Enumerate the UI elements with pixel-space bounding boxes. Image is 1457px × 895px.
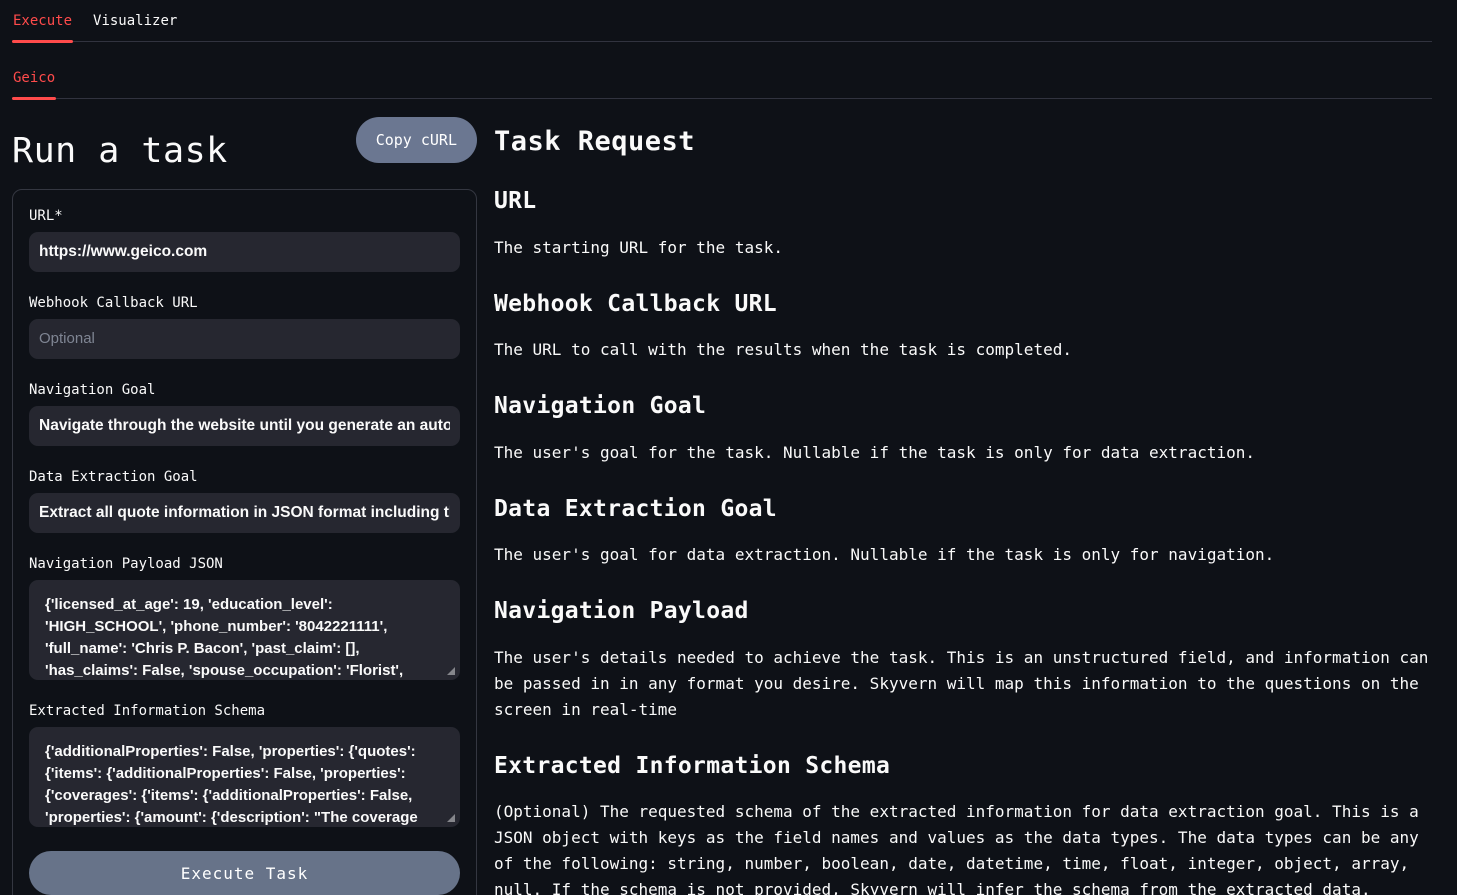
extracted-schema-field-group: Extracted Information Schema {'additiona… xyxy=(29,703,460,827)
extracted-schema-textarea-wrap: {'additionalProperties': False, 'propert… xyxy=(29,727,460,827)
navigation-payload-field-group: Navigation Payload JSON {'licensed_at_ag… xyxy=(29,556,460,680)
tab-geico-label: Geico xyxy=(13,70,55,86)
docs-body-extracted-schema: (Optional) The requested schema of the e… xyxy=(494,799,1432,895)
task-form-card: URL* Webhook Callback URL Navigation Goa… xyxy=(12,189,477,895)
webhook-field-group: Webhook Callback URL xyxy=(29,295,460,359)
docs-heading-url: URL xyxy=(494,188,1432,214)
extracted-schema-label: Extracted Information Schema xyxy=(29,703,460,719)
data-extraction-goal-field-group: Data Extraction Goal xyxy=(29,469,460,533)
docs-heading-navigation-goal: Navigation Goal xyxy=(494,393,1432,419)
webhook-input[interactable] xyxy=(29,319,460,359)
docs-body-url: The starting URL for the task. xyxy=(494,235,1432,261)
webhook-label: Webhook Callback URL xyxy=(29,295,460,311)
data-extraction-goal-label: Data Extraction Goal xyxy=(29,469,460,485)
extracted-schema-textarea[interactable]: {'additionalProperties': False, 'propert… xyxy=(29,727,460,827)
tab-visualizer-label: Visualizer xyxy=(93,13,177,29)
task-request-docs: Task Request URL The starting URL for th… xyxy=(494,117,1432,895)
docs-heading-webhook: Webhook Callback URL xyxy=(494,291,1432,317)
docs-section-data-extraction-goal: Data Extraction Goal The user's goal for… xyxy=(494,496,1432,568)
navigation-goal-input[interactable] xyxy=(29,406,460,446)
tab-execute[interactable]: Execute xyxy=(12,0,73,41)
docs-heading-data-extraction-goal: Data Extraction Goal xyxy=(494,496,1432,522)
tab-execute-label: Execute xyxy=(13,13,72,29)
docs-section-extracted-schema: Extracted Information Schema (Optional) … xyxy=(494,753,1432,895)
tab-visualizer[interactable]: Visualizer xyxy=(92,0,178,41)
docs-heading-extracted-schema: Extracted Information Schema xyxy=(494,753,1432,779)
docs-section-navigation-payload: Navigation Payload The user's details ne… xyxy=(494,598,1432,722)
docs-section-webhook: Webhook Callback URL The URL to call wit… xyxy=(494,291,1432,363)
data-extraction-goal-input[interactable] xyxy=(29,493,460,533)
url-input[interactable] xyxy=(29,232,460,272)
form-header: Run a task Copy cURL xyxy=(12,117,477,172)
docs-body-navigation-goal: The user's goal for the task. Nullable i… xyxy=(494,440,1432,466)
navigation-payload-textarea-wrap: {'licensed_at_age': 19, 'education_level… xyxy=(29,580,460,680)
docs-body-navigation-payload: The user's details needed to achieve the… xyxy=(494,645,1432,723)
page-title: Run a task xyxy=(12,130,228,172)
docs-section-url: URL The starting URL for the task. xyxy=(494,188,1432,260)
navigation-goal-field-group: Navigation Goal xyxy=(29,382,460,446)
navigation-payload-textarea[interactable]: {'licensed_at_age': 19, 'education_level… xyxy=(29,580,460,680)
url-field-group: URL* xyxy=(29,208,460,272)
main-tab-bar: Execute Visualizer xyxy=(12,0,1432,42)
docs-body-data-extraction-goal: The user's goal for data extraction. Nul… xyxy=(494,542,1432,568)
task-form-column: Run a task Copy cURL URL* Webhook Callba… xyxy=(12,117,477,895)
copy-curl-button[interactable]: Copy cURL xyxy=(356,117,477,163)
docs-heading-navigation-payload: Navigation Payload xyxy=(494,598,1432,624)
tab-geico[interactable]: Geico xyxy=(12,57,56,98)
main-content: Run a task Copy cURL URL* Webhook Callba… xyxy=(0,99,1457,895)
navigation-payload-label: Navigation Payload JSON xyxy=(29,556,460,572)
navigation-goal-label: Navigation Goal xyxy=(29,382,460,398)
docs-title: Task Request xyxy=(494,126,1432,158)
sub-tab-bar: Geico xyxy=(12,57,1432,99)
url-label: URL* xyxy=(29,208,460,224)
docs-section-navigation-goal: Navigation Goal The user's goal for the … xyxy=(494,393,1432,465)
docs-body-webhook: The URL to call with the results when th… xyxy=(494,337,1432,363)
execute-task-button[interactable]: Execute Task xyxy=(29,851,460,895)
